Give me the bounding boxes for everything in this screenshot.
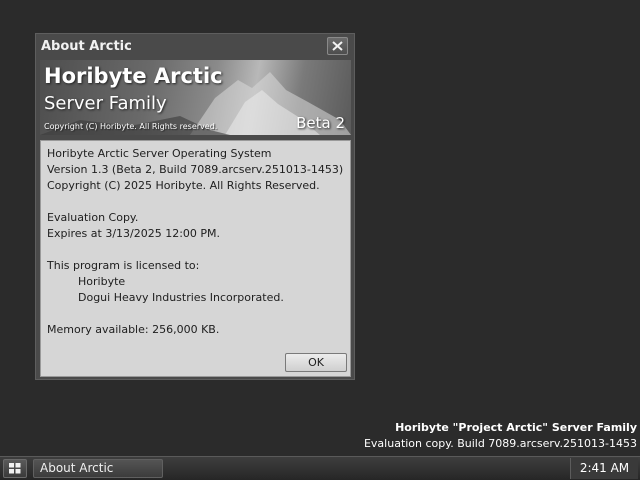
memory-text: Memory available: 256,000 KB.	[47, 323, 220, 336]
expires-text: Expires at 3/13/2025 12:00 PM.	[47, 227, 221, 240]
licensee-organization: Dogui Heavy Industries Incorporated.	[78, 291, 284, 304]
licensee-name: Horibyte	[78, 275, 126, 288]
watermark-build: Evaluation copy. Build 7089.arcserv.2510…	[363, 437, 637, 450]
watermark-product: Horibyte "Project Arctic" Server Family	[395, 421, 637, 434]
evaluation-text: Evaluation Copy.	[47, 211, 139, 224]
dialog-title: About Arctic	[41, 39, 132, 54]
taskbar-clock[interactable]: 2:41 AM	[570, 458, 638, 479]
windows-grid-icon	[9, 463, 21, 474]
close-icon	[332, 41, 343, 51]
ok-button[interactable]: OK	[285, 353, 347, 372]
copyright-text: Copyright (C) 2025 Horibyte. All Rights …	[47, 179, 320, 192]
taskbar-item-about-arctic[interactable]: About Arctic	[33, 459, 163, 478]
banner-copyright: Copyright (C) Horibyte. All Rights reser…	[44, 122, 218, 131]
os-name-text: Horibyte Arctic Server Operating System	[47, 147, 272, 160]
close-button[interactable]	[327, 37, 348, 55]
start-button[interactable]	[3, 459, 27, 478]
banner-product-name: Horibyte Arctic	[44, 64, 223, 88]
about-dialog: About Arctic Horibyte Arctic Server Fami…	[35, 33, 355, 380]
version-text: Version 1.3 (Beta 2, Build 7089.arcserv.…	[47, 163, 344, 176]
dialog-titlebar[interactable]: About Arctic	[36, 34, 354, 59]
banner-subtitle: Server Family	[44, 93, 167, 114]
product-banner: Horibyte Arctic Server Family Copyright …	[40, 60, 351, 135]
about-content: Horibyte Arctic Server Operating System …	[40, 140, 351, 377]
banner-beta-label: Beta 2	[296, 114, 345, 132]
licensed-to-text: This program is licensed to:	[47, 259, 200, 272]
desktop: About Arctic Horibyte Arctic Server Fami…	[0, 0, 640, 456]
taskbar: About Arctic 2:41 AM	[0, 456, 640, 480]
